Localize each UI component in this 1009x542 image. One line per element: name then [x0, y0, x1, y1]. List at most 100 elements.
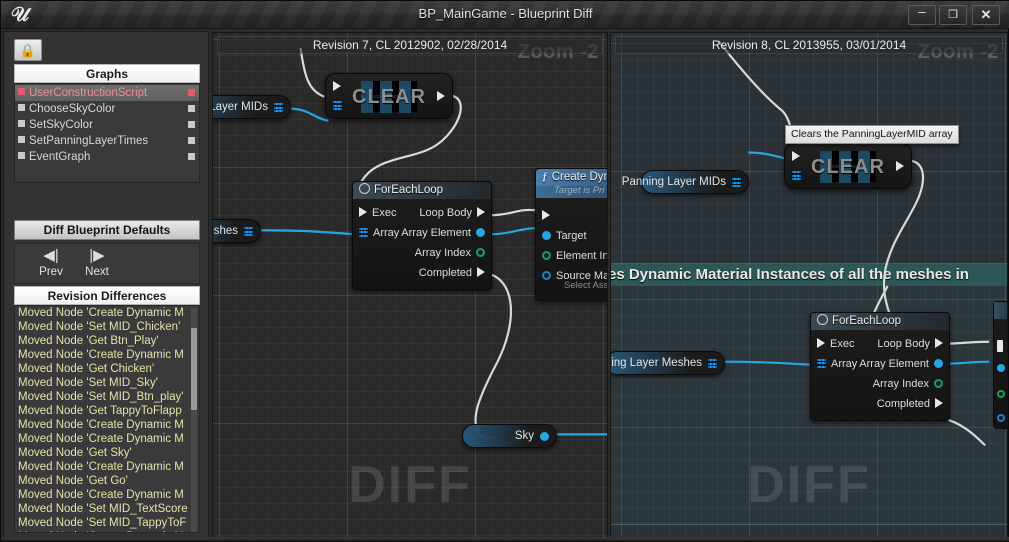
pin-target-in[interactable]: Target — [542, 226, 592, 246]
pin-array-element-out[interactable]: Array Element — [396, 223, 485, 243]
graph-item-chooseskycolor[interactable]: ChooseSkyColor — [15, 101, 199, 117]
exec-input-pin-icon[interactable] — [333, 81, 341, 91]
pin-exec-in[interactable]: Exec — [817, 334, 859, 354]
graph-panel-revision-7[interactable]: DIFF Revision 7, CL 2012902, 02/28/2014 … — [212, 32, 608, 538]
difference-row[interactable]: Moved Node 'Create Dynamic M — [15, 432, 199, 446]
pin-completed-out[interactable]: Completed — [414, 263, 485, 283]
exec-pin-icon — [542, 210, 550, 220]
differences-scrollbar-thumb[interactable] — [191, 328, 197, 410]
exec-pin-icon — [935, 338, 943, 348]
diff-navigation-bar: ◀| Prev |▶ Next — [14, 243, 200, 284]
foreachloop-node-left[interactable]: ForEachLoop Exec Loop Body Array Array E… — [352, 181, 492, 290]
node-title-bar: ForEachLoop — [353, 182, 491, 199]
prev-difference-button[interactable]: ◀| Prev — [27, 247, 75, 279]
pin-row: Source Mate Select Asse — [536, 266, 608, 294]
next-difference-button[interactable]: |▶ Next — [73, 247, 121, 279]
variable-node-panning-layer-mids-right[interactable]: Panning Layer MIDs — [641, 170, 749, 194]
pin-completed-out[interactable]: Completed — [872, 394, 943, 414]
revision-differences-header: Revision Differences — [14, 286, 200, 305]
graph-bullet-right-icon — [188, 121, 195, 128]
pin-array-index-out[interactable]: Array Index — [868, 374, 943, 394]
pin-row — [536, 206, 608, 226]
blueprint-diff-window: 𝒰 BP_MainGame - Blueprint Diff – ❐ ✕ 🔒 G… — [0, 0, 1009, 542]
pin-label: Exec — [830, 338, 854, 350]
revision-label-left: Revision 7, CL 2012902, 02/28/2014 — [217, 36, 603, 54]
difference-row[interactable]: Moved Node 'Create Dynamic M — [15, 348, 199, 362]
graph-item-setskycolor[interactable]: SetSkyColor — [15, 117, 199, 133]
difference-row[interactable]: Moved Node 'Get Btn_Play' — [15, 334, 199, 348]
pin-exec-in[interactable] — [542, 206, 550, 226]
difference-row[interactable]: Moved Node 'Create Dynamic M — [15, 530, 199, 533]
pin-array-index-out[interactable]: Array Index — [410, 243, 485, 263]
sidebar: 🔒 Graphs UserConstructionScript ChooseSk… — [3, 31, 209, 541]
object-pin-icon — [997, 364, 1005, 372]
variable-node-panning-layer-meshes-left[interactable]: eshes — [212, 219, 261, 243]
pin-label: Array Index — [415, 247, 471, 259]
close-button[interactable]: ✕ — [972, 5, 1000, 25]
array-input-pin-icon[interactable] — [792, 171, 801, 180]
minimize-button[interactable]: – — [908, 5, 936, 25]
array-pin-icon[interactable] — [274, 103, 283, 112]
pin-element-index-in[interactable]: Element Ind — [542, 246, 608, 266]
exec-input-pin-icon[interactable] — [792, 151, 800, 161]
difference-row[interactable]: Moved Node 'Create Dynamic M — [15, 306, 199, 320]
variable-label: Panning Layer MIDs — [622, 171, 726, 194]
pin-row: Array Array Element — [811, 354, 949, 374]
difference-row[interactable]: Moved Node 'Set MID_TappyToF — [15, 516, 199, 530]
revision-differences-list[interactable]: Moved Node 'Create Dynamic MMoved Node '… — [14, 305, 200, 533]
exec-output-pin-icon[interactable] — [896, 161, 904, 171]
difference-row[interactable]: Moved Node 'Create Dynamic M — [15, 460, 199, 474]
difference-row[interactable]: Moved Node 'Get TappyToFlapp — [15, 404, 199, 418]
pin-array-element-out[interactable]: Array Element — [854, 354, 943, 374]
pin-exec-in[interactable]: Exec — [359, 203, 401, 223]
array-pin-icon[interactable] — [708, 359, 717, 368]
lock-icon[interactable]: 🔒 — [14, 39, 42, 61]
difference-row[interactable]: Moved Node 'Set MID_Sky' — [15, 376, 199, 390]
array-pin-icon[interactable] — [244, 227, 253, 236]
variable-node-sky-left[interactable]: Sky — [462, 424, 557, 448]
graph-item-eventgraph[interactable]: EventGraph — [15, 149, 199, 165]
foreachloop-node-right[interactable]: ForEachLoop Exec Loop Body Array Array E… — [810, 312, 950, 421]
clear-node-label: CLEAR — [785, 156, 911, 179]
clear-node-left[interactable]: CLEAR — [325, 73, 453, 119]
title-bar: 𝒰 BP_MainGame - Blueprint Diff – ❐ ✕ — [1, 1, 1009, 29]
maximize-button[interactable]: ❐ — [939, 5, 967, 25]
graph-item-label: SetSkyColor — [29, 119, 93, 131]
clear-node-right[interactable]: CLEAR — [784, 143, 912, 189]
difference-row[interactable]: Moved Node 'Set MID_Chicken' — [15, 320, 199, 334]
diff-blueprint-defaults-button[interactable]: Diff Blueprint Defaults — [14, 220, 200, 240]
graphs-header: Graphs — [14, 64, 200, 83]
pin-label: Array Element — [859, 358, 929, 370]
difference-row[interactable]: Moved Node 'Get Go' — [15, 474, 199, 488]
graph-item-setpanninglayertimes[interactable]: SetPanningLayerTimes — [15, 133, 199, 149]
partial-node-right-edge[interactable] — [993, 301, 1007, 429]
array-pin-icon — [359, 228, 368, 237]
create-dynamic-material-node-left[interactable]: ƒCreate Dyna Target is Pri Target Elemen… — [535, 168, 608, 301]
difference-row[interactable]: Moved Node 'Get Sky' — [15, 446, 199, 460]
graph-item-userconstructionscript[interactable]: UserConstructionScript — [15, 85, 199, 101]
difference-row[interactable]: Moved Node 'Set MID_TextScore — [15, 502, 199, 516]
graph-panel-revision-8[interactable]: DIFF es Dynamic Material Instances of al… — [610, 32, 1008, 538]
pin-loop-body-out[interactable]: Loop Body — [872, 334, 943, 354]
pin-label: Exec — [372, 207, 396, 219]
array-input-pin-icon[interactable] — [333, 101, 342, 110]
pin-row: Array Index — [811, 374, 949, 394]
difference-row[interactable]: Moved Node 'Create Dynamic M — [15, 488, 199, 502]
window-bottom-strip — [1, 537, 1009, 541]
exec-output-pin-icon[interactable] — [437, 91, 445, 101]
difference-row[interactable]: Moved Node 'Create Dynamic M — [15, 418, 199, 432]
wire-layer-right — [611, 33, 1007, 537]
array-pin-icon[interactable] — [732, 178, 741, 187]
object-pin-icon — [476, 228, 485, 237]
int-pin-icon — [476, 248, 485, 257]
object-pin-icon — [934, 359, 943, 368]
variable-node-panning-layer-meshes-right[interactable]: anning Layer Meshes — [610, 351, 725, 375]
loop-icon — [817, 314, 828, 325]
difference-row[interactable]: Moved Node 'Set MID_Btn_play' — [15, 390, 199, 404]
difference-row[interactable]: Moved Node 'Get Chicken' — [15, 362, 199, 376]
object-pin-icon[interactable] — [540, 432, 549, 441]
variable-node-panning-layer-mids-left[interactable]: g Layer MIDs — [212, 95, 291, 119]
node-title-bar: ƒCreate Dyna — [536, 169, 608, 186]
next-label: Next — [73, 265, 121, 279]
pin-loop-body-out[interactable]: Loop Body — [414, 203, 485, 223]
